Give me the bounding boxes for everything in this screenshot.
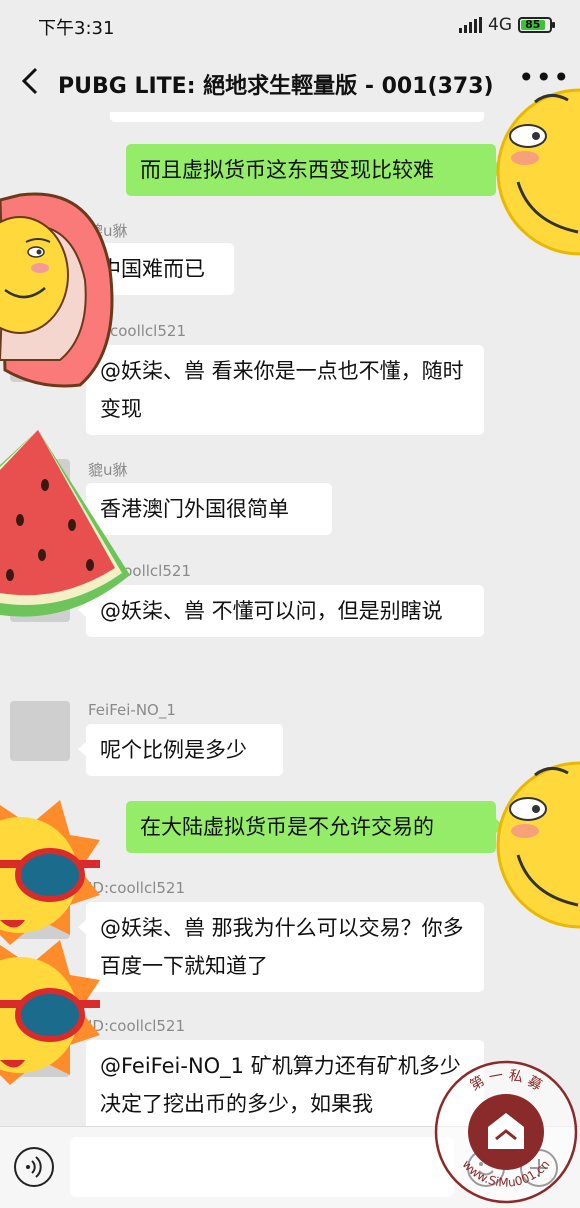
sender-name: 貔u貅 xyxy=(88,461,128,479)
avatar[interactable] xyxy=(10,459,70,519)
message-bubble-in[interactable]: @FeiFei-NO_1 矿机算力还有矿机多少决定了挖出币的多少，如果我 xyxy=(86,1040,484,1126)
message-bubble-in[interactable]: 香港澳门外国很简单 xyxy=(78,483,332,535)
avatar[interactable] xyxy=(10,879,70,939)
avatar[interactable] xyxy=(10,220,70,280)
message-bubble-in[interactable]: 呢个比例是多少 xyxy=(78,724,283,776)
network-type: 4G xyxy=(488,15,512,35)
back-button[interactable] xyxy=(14,64,48,98)
input-bar xyxy=(0,1126,580,1208)
message-bubble-in[interactable]: @妖柒、兽 不懂可以问，但是别瞎说 xyxy=(78,585,484,637)
avatar[interactable] xyxy=(10,701,70,761)
sender-name: FeiFei-NO_1 xyxy=(88,701,176,719)
more-options-button[interactable]: ••• xyxy=(518,62,570,98)
status-bar: 下午3:31 4G 85 xyxy=(0,0,580,50)
signal-icon xyxy=(459,17,482,33)
battery-icon: 85 xyxy=(518,17,555,33)
status-indicators: 4G 85 xyxy=(459,15,555,35)
message-bubble-out[interactable]: 在大陆虚拟货币是不允许交易的 xyxy=(126,801,504,853)
smiley-icon xyxy=(478,1162,494,1176)
sender-name: ID:coollcl521 xyxy=(88,879,186,897)
sender-name: coollcl521 xyxy=(115,562,191,580)
sender-name: 貔u貅 xyxy=(88,222,128,240)
back-arrow-icon xyxy=(21,67,38,95)
avatar[interactable] xyxy=(10,322,70,382)
avatar[interactable] xyxy=(10,562,70,622)
chat-header: PUBG LITE: 絕地求生輕量版 - 001(373) ••• xyxy=(0,50,580,112)
chat-title: PUBG LITE: 絕地求生輕量版 - 001(373) xyxy=(58,74,494,99)
emoji-button[interactable] xyxy=(467,1149,505,1187)
voice-button[interactable] xyxy=(14,1147,54,1187)
sender-name: ID:coollcl521 xyxy=(88,1017,186,1035)
avatar[interactable] xyxy=(10,1017,70,1077)
more-functions-button[interactable] xyxy=(520,1149,558,1187)
message-bubble-in[interactable]: 中国难而已 xyxy=(78,243,234,295)
partial-bubble xyxy=(110,112,484,122)
voice-icon xyxy=(26,1156,42,1178)
message-bubble-in[interactable]: @妖柒、兽 那我为什么可以交易？你多百度一下就知道了 xyxy=(78,902,484,992)
message-input[interactable] xyxy=(70,1137,454,1197)
sender-name: coollcl521 xyxy=(110,322,186,340)
status-time: 下午3:31 xyxy=(38,18,115,39)
more-dots-icon: ••• xyxy=(518,61,571,94)
message-bubble-in[interactable]: @妖柒、兽 看来你是一点也不懂，随时变现 xyxy=(78,345,484,435)
battery-level: 85 xyxy=(521,19,545,30)
message-bubble-out[interactable]: 而且虚拟货币这东西变现比较难 xyxy=(126,144,504,196)
message-list[interactable]: 而且虚拟货币这东西变现比较难 貔u貅 中国难而已 coollcl521 @妖柒、… xyxy=(0,112,580,1126)
